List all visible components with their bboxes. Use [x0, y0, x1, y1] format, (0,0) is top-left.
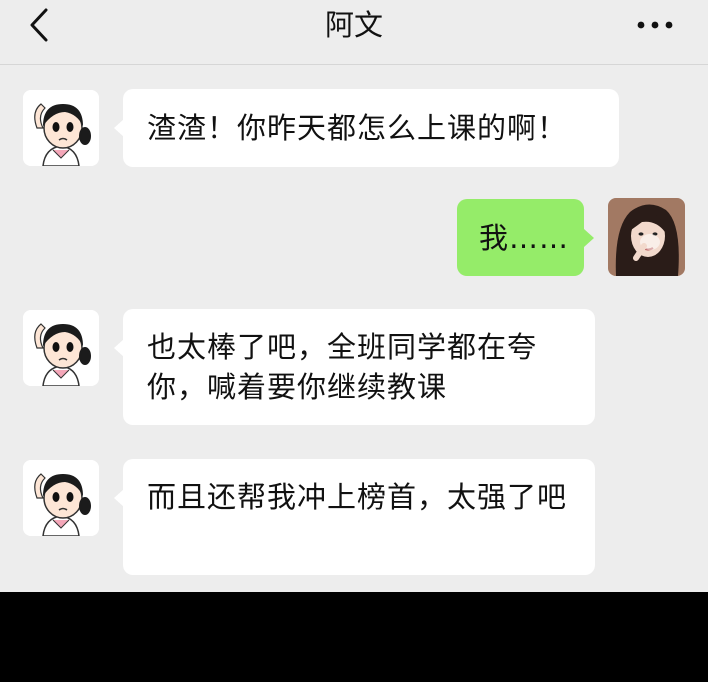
message-text: 而且还帮我冲上榜首，太强了吧	[147, 480, 568, 514]
message-bubble-incoming[interactable]: 也太棒了吧，全班同学都在夸你，喊着要你继续教课	[114, 309, 595, 425]
chat-screen: 阿文 渣渣！你昨天都怎么上课的啊！ 我…… 也太棒了吧，全班同学都在夸你，喊着要…	[0, 0, 708, 592]
message-text: 渣渣！你昨天都怎么上课的啊！	[147, 111, 568, 145]
chat-title: 阿文	[324, 8, 383, 42]
message-text: 也太棒了吧，全班同学都在夸你，喊着要你继续教课	[147, 330, 538, 404]
bottom-black-bar	[0, 592, 708, 682]
cartoon-girl-avatar[interactable]	[23, 90, 99, 166]
more-dots-icon[interactable]	[636, 18, 674, 32]
message-text: 我……	[479, 221, 570, 255]
message-bubble-incoming[interactable]: 渣渣！你昨天都怎么上课的啊！	[114, 89, 619, 167]
cartoon-girl-avatar[interactable]	[23, 310, 99, 386]
message-bubble-outgoing[interactable]: 我……	[457, 199, 594, 276]
photo-woman-avatar[interactable]	[608, 198, 685, 276]
message-bubble-incoming[interactable]: 而且还帮我冲上榜首，太强了吧	[114, 459, 595, 575]
chat-header: 阿文	[0, 0, 708, 65]
cartoon-girl-avatar[interactable]	[23, 460, 99, 536]
